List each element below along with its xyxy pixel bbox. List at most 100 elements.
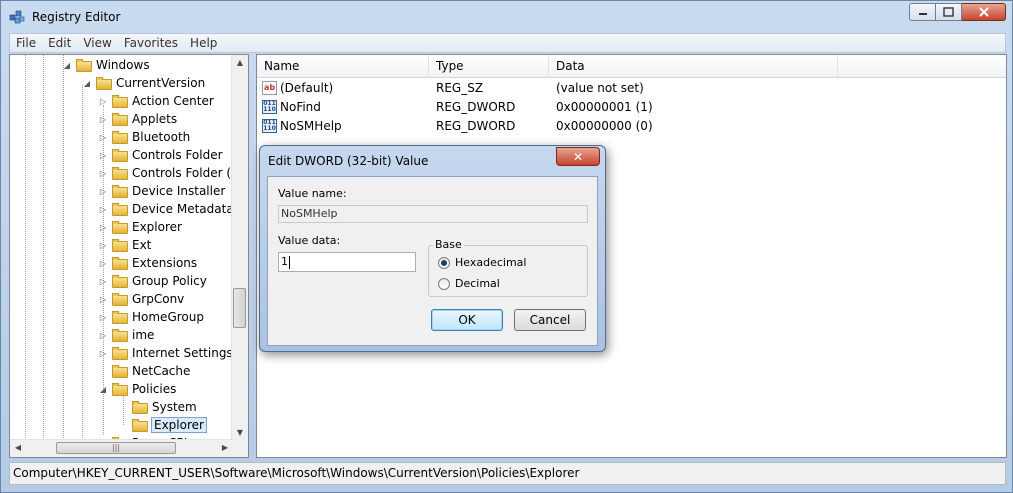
tree-node[interactable]: ◢ CurrentVersion (82, 74, 205, 92)
collapsed-arrow-icon[interactable]: ▷ (98, 277, 108, 286)
tree-vertical-scroll-thumb[interactable] (233, 288, 246, 328)
expanded-arrow-icon[interactable]: ◢ (82, 79, 92, 88)
dialog-body: Value name: NoSMHelp Value data: 1 Base … (267, 176, 598, 346)
scroll-corner (232, 440, 248, 457)
folder-icon (112, 310, 128, 324)
table-row[interactable]: 011 110 NoFind REG_DWORD 0x00000001 (1) (257, 98, 1006, 117)
tree-node-label: ime (132, 328, 155, 342)
tree-node[interactable]: ◢ Policies (98, 380, 176, 398)
tree-node-label: GrpConv (132, 292, 185, 306)
scroll-down-icon[interactable]: ▼ (232, 428, 248, 437)
tree-node[interactable]: ▷ Extensions (98, 254, 197, 272)
minimize-button[interactable] (909, 3, 936, 21)
window-title: Registry Editor (32, 10, 121, 24)
dialog-title: Edit DWORD (32-bit) Value (268, 154, 429, 168)
tree-vertical-scrollbar[interactable]: ▲ ▼ (231, 55, 248, 440)
expanded-arrow-icon[interactable]: ◢ (62, 61, 72, 70)
cancel-button[interactable]: Cancel (514, 309, 586, 331)
tree-node[interactable]: ▷ Device Metadata (98, 200, 233, 218)
collapsed-arrow-icon[interactable]: ▷ (98, 295, 108, 304)
minimize-icon (918, 13, 927, 15)
window-close-button[interactable] (962, 3, 1006, 21)
tree-node[interactable]: ▷ Device Installer (98, 182, 225, 200)
maximize-button[interactable] (936, 3, 962, 21)
tree-node-label: Device Metadata (132, 202, 233, 216)
value-name-label: Value name: (278, 187, 347, 200)
tree-node[interactable]: ▷ Controls Folder (98, 146, 223, 164)
tree-node[interactable]: ▷ Controls Folder (Wo (98, 164, 233, 182)
collapsed-arrow-icon[interactable]: ▷ (98, 241, 108, 250)
tree-node-label: Bluetooth (132, 130, 191, 144)
folder-icon (112, 148, 128, 162)
collapsed-arrow-icon[interactable]: ▷ (98, 151, 108, 160)
cell-data: 0x00000000 (0) (556, 119, 653, 133)
collapsed-arrow-icon[interactable]: ▷ (98, 259, 108, 268)
collapsed-arrow-icon[interactable]: ▷ (98, 223, 108, 232)
menu-file[interactable]: File (10, 36, 42, 50)
column-header-name[interactable]: Name (257, 55, 429, 77)
value-data-label: Value data: (278, 234, 341, 247)
dialog-close-button[interactable]: ✕ (556, 147, 600, 166)
column-header-data[interactable]: Data (549, 55, 838, 77)
tree-node-label: Ext (132, 238, 152, 252)
table-row[interactable]: 011 110 NoSMHelp REG_DWORD 0x00000000 (0) (257, 117, 1006, 136)
collapsed-arrow-icon[interactable]: ▷ (98, 313, 108, 322)
title-bar[interactable]: Registry Editor (1, 1, 1012, 31)
tree-node-label: System (152, 400, 197, 414)
tree-node[interactable]: ▷ Internet Settings (98, 344, 233, 362)
tree-horizontal-scroll-thumb[interactable]: ||| (56, 442, 176, 454)
decimal-radio[interactable]: Decimal (438, 277, 500, 290)
registry-editor-icon (9, 10, 25, 24)
column-header-type[interactable]: Type (429, 55, 549, 77)
collapsed-arrow-icon[interactable]: ▷ (98, 133, 108, 142)
folder-icon (112, 94, 128, 108)
folder-icon (112, 220, 128, 234)
collapsed-arrow-icon[interactable]: ▷ (98, 205, 108, 214)
collapsed-arrow-icon[interactable]: ▷ (98, 187, 108, 196)
registry-tree-pane[interactable]: ◢ Windows ◢ CurrentVersion ▷ Action Center ▷ Ap… (9, 54, 249, 458)
radio-unselected-icon (438, 277, 450, 290)
table-row[interactable]: ab (Default) REG_SZ (value not set) (257, 79, 1006, 98)
menu-favorites[interactable]: Favorites (118, 36, 184, 50)
folder-icon (112, 202, 128, 216)
collapsed-arrow-icon[interactable]: ▷ (98, 349, 108, 358)
tree-node[interactable]: ▷ Explorer (98, 218, 182, 236)
base-group: Base Hexadecimal Decimal (428, 238, 588, 297)
tree-guide-line (63, 55, 64, 440)
tree-node[interactable]: System (118, 398, 197, 416)
tree-node[interactable]: NetCache (98, 362, 190, 380)
tree-horizontal-scrollbar[interactable]: ◀ ||| ▶ (10, 439, 233, 457)
tree-node-label: Controls Folder (Wo (132, 166, 233, 180)
tree-node[interactable]: ▷ Group Policy (98, 272, 207, 290)
tree-node[interactable]: ▷ Bluetooth (98, 128, 190, 146)
expanded-arrow-icon[interactable]: ◢ (98, 385, 108, 394)
tree-node[interactable]: ▷ Applets (98, 110, 177, 128)
tree-node-label: Extensions (132, 256, 198, 270)
tree-node[interactable]: ◢ Windows (62, 56, 150, 74)
scroll-right-icon[interactable]: ▶ (217, 443, 233, 452)
folder-icon (132, 418, 148, 432)
tree-node[interactable]: ▷ HomeGroup (98, 308, 204, 326)
ok-button[interactable]: OK (431, 309, 503, 331)
tree-node[interactable]: ▷ ime (98, 326, 154, 344)
tree-node-label: NetCache (132, 364, 191, 378)
tree-node[interactable]: ▷ Action Center (98, 92, 214, 110)
collapsed-arrow-icon[interactable]: ▷ (98, 97, 108, 106)
tree-node-label: Group Policy (132, 274, 207, 288)
hexadecimal-radio[interactable]: Hexadecimal (438, 256, 526, 269)
scroll-left-icon[interactable]: ◀ (10, 443, 26, 452)
menu-help[interactable]: Help (184, 36, 223, 50)
tree-node[interactable]: ▷ GrpConv (98, 290, 184, 308)
menu-view[interactable]: View (77, 36, 117, 50)
folder-icon (76, 58, 92, 72)
collapsed-arrow-icon[interactable]: ▷ (98, 331, 108, 340)
menu-edit[interactable]: Edit (42, 36, 77, 50)
tree-node[interactable]: ▷ Ext (98, 236, 151, 254)
tree-node[interactable]: Explorer (118, 416, 207, 434)
folder-icon (112, 274, 128, 288)
value-data-input[interactable]: 1 (278, 252, 416, 272)
scroll-up-icon[interactable]: ▲ (232, 58, 248, 67)
cell-name: (Default) (280, 81, 334, 95)
collapsed-arrow-icon[interactable]: ▷ (98, 115, 108, 124)
collapsed-arrow-icon[interactable]: ▷ (98, 169, 108, 178)
